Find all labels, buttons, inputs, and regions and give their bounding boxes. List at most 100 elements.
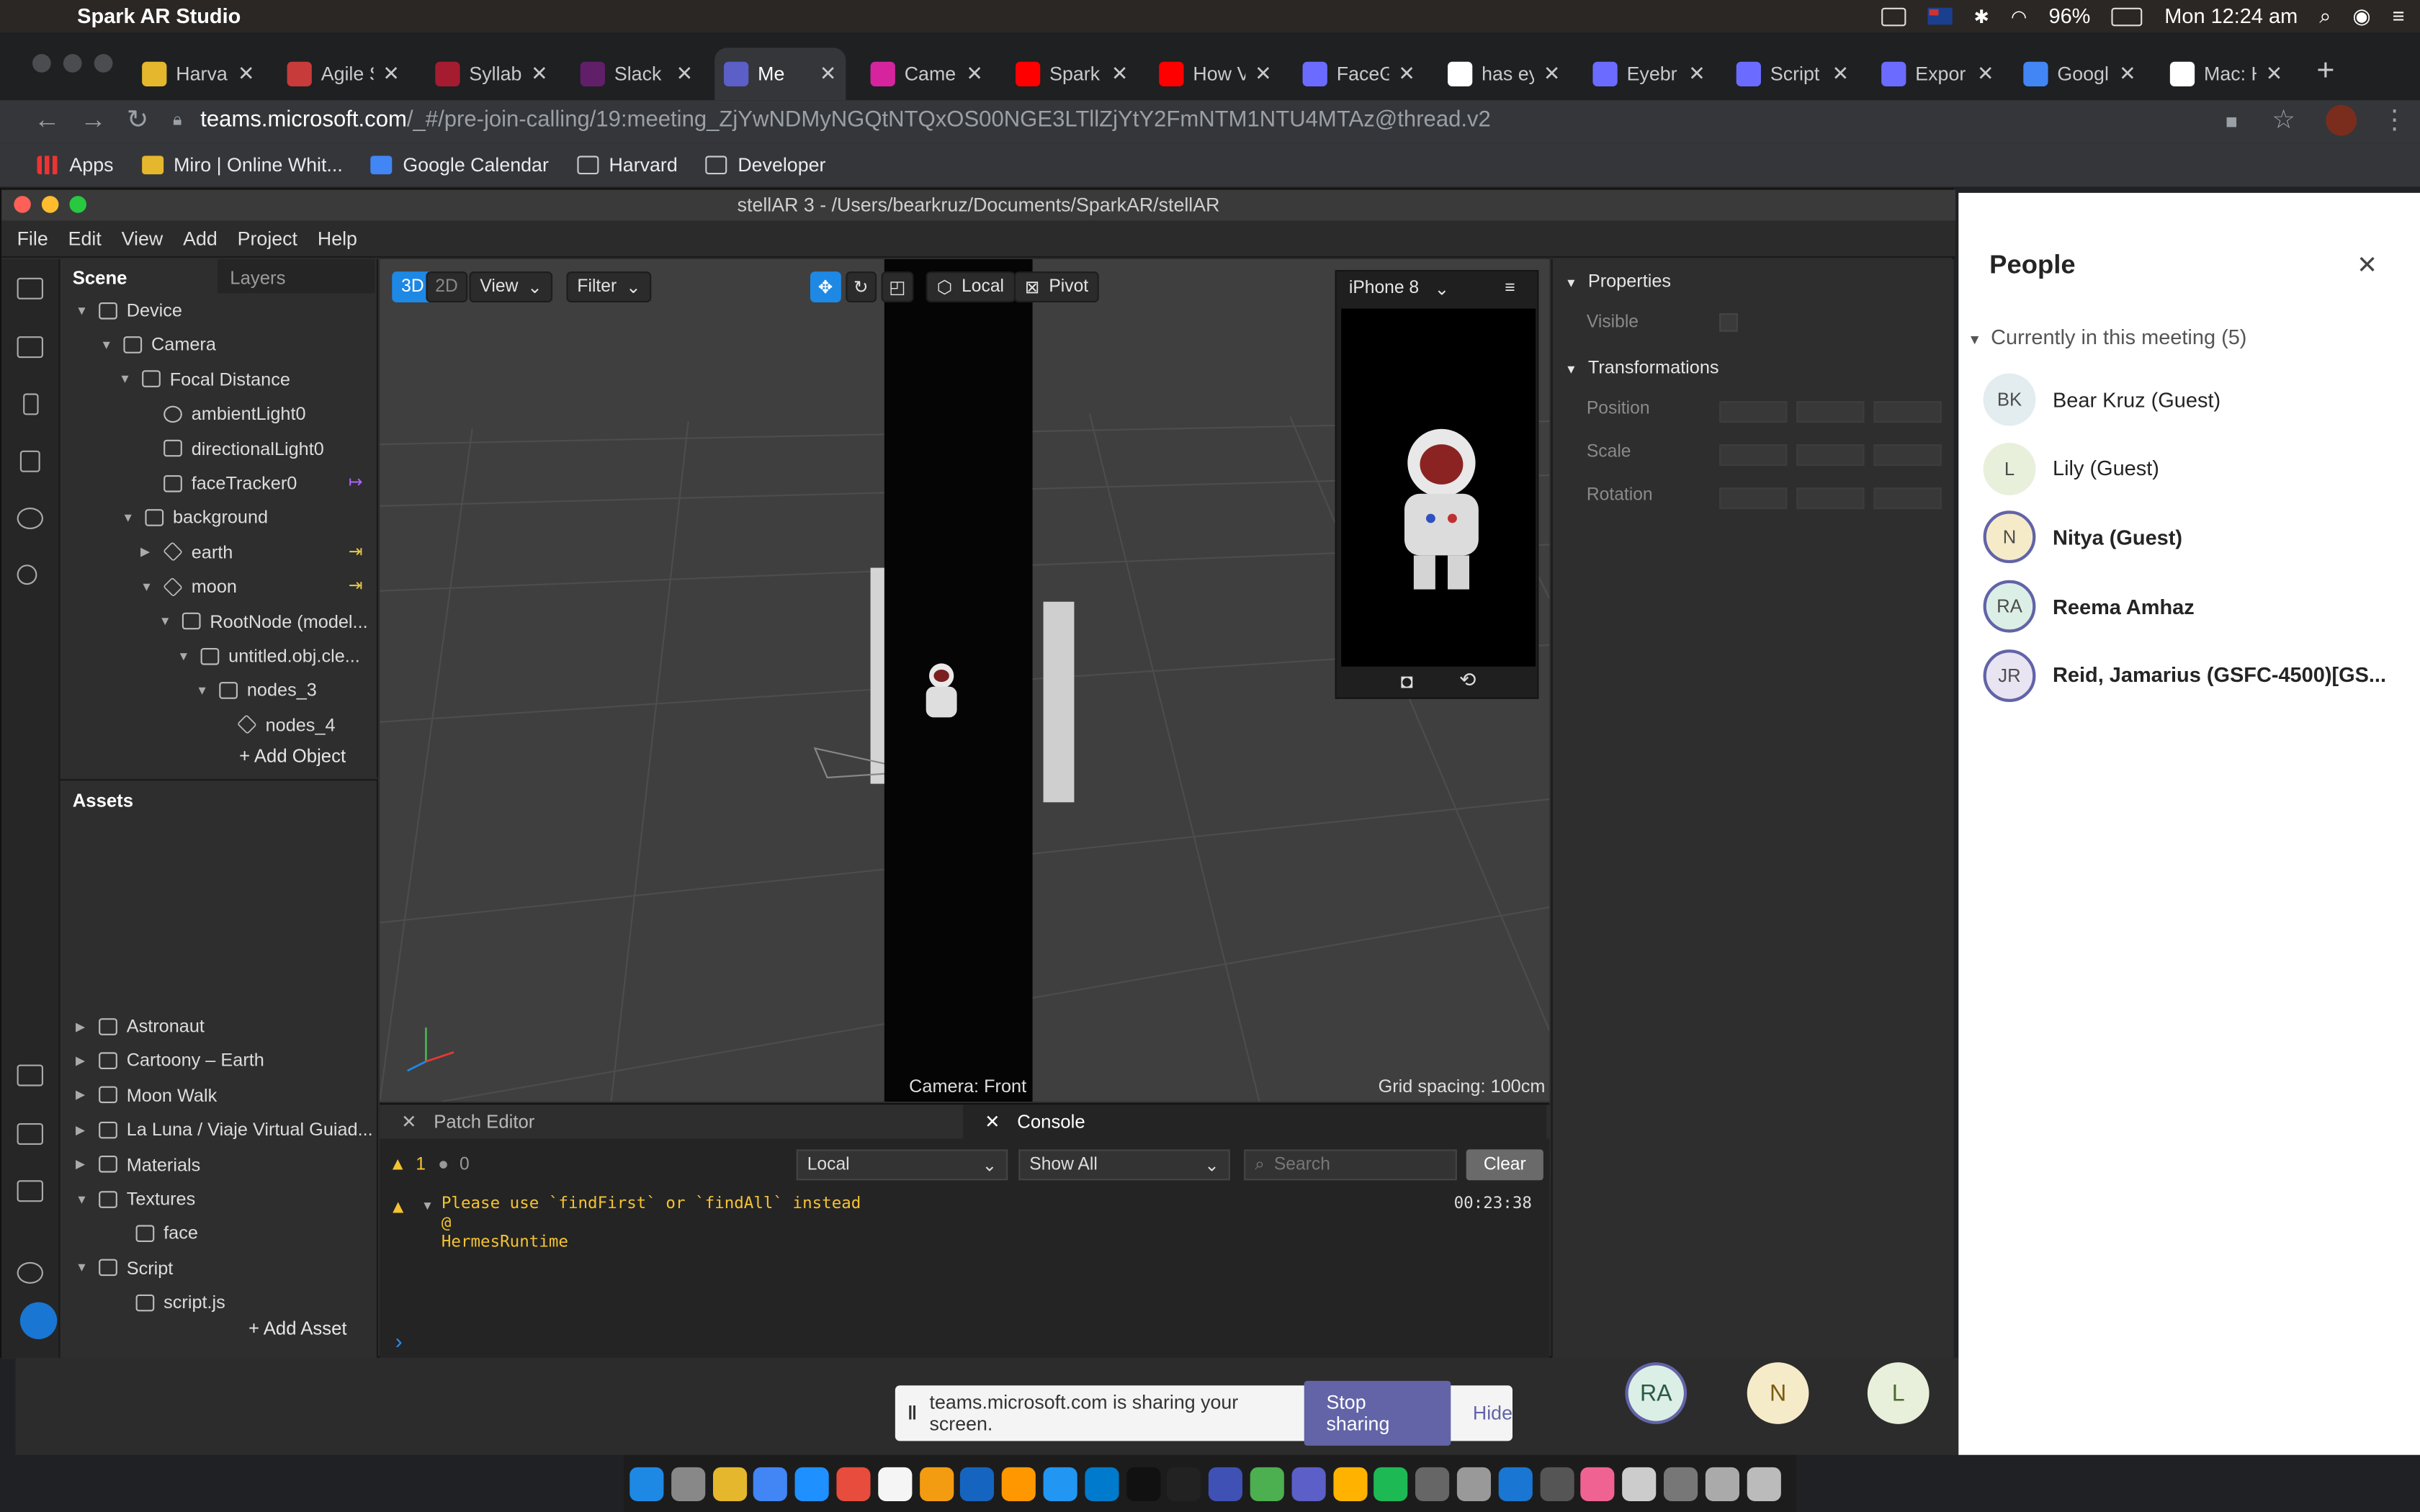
close-tab-icon[interactable]: ✕	[966, 62, 982, 86]
visible-checkbox[interactable]	[1719, 313, 1738, 332]
pause-icon[interactable]	[23, 393, 39, 415]
scene-tree-item[interactable]: ▼ untitled.obj.cle...	[177, 639, 359, 672]
send-to-device-icon[interactable]	[17, 1123, 44, 1145]
filter-dropdown[interactable]: Filter ⌄	[566, 271, 652, 302]
clear-console-button[interactable]: Clear	[1466, 1149, 1543, 1181]
mode-2d-button[interactable]: 2D	[426, 271, 467, 302]
profile-avatar[interactable]	[2326, 104, 2357, 136]
bookmark-developer[interactable]: Developer	[705, 154, 825, 176]
minimize-window-button[interactable]	[63, 54, 82, 73]
asset-item[interactable]: ▶ Cartoony – Earth	[76, 1043, 264, 1077]
expand-triangle-icon[interactable]: ▼	[159, 614, 176, 628]
bookmark-harvard[interactable]: Harvard	[576, 154, 678, 176]
flag-icon[interactable]	[1927, 7, 1953, 25]
forward-icon[interactable]: →	[80, 105, 106, 136]
scene-tree-item[interactable]: ▼ Camera	[100, 328, 216, 361]
close-tab-icon[interactable]: ✕	[676, 62, 693, 86]
dock-app-icon[interactable]	[1250, 1466, 1284, 1500]
participant-row[interactable]: L Lily (Guest)	[1983, 439, 2416, 498]
properties-header[interactable]: ▼ Properties	[1565, 270, 1671, 292]
maximize-window-button[interactable]	[69, 196, 86, 213]
new-tab-button[interactable]: +	[2316, 54, 2334, 89]
patch-link-icon[interactable]: ⇥	[349, 541, 363, 562]
back-icon[interactable]: ←	[34, 105, 60, 136]
astronaut-model[interactable]	[917, 663, 963, 731]
expand-triangle-icon[interactable]: ▶	[76, 1088, 93, 1102]
pivot-toggle[interactable]: ⊠ Pivot	[1013, 271, 1100, 302]
dock-app-icon[interactable]	[919, 1466, 954, 1500]
address-bar[interactable]: 🔒︎ teams.microsoft.com/_#/pre-join-calli…	[173, 100, 2262, 140]
scene-tree-item[interactable]: ▼ Device	[76, 293, 182, 327]
stop-sharing-button[interactable]: Stop sharing	[1304, 1380, 1451, 1446]
minimize-window-button[interactable]	[41, 196, 59, 213]
battery-percent[interactable]: 96%	[2048, 4, 2090, 27]
add-object-button[interactable]: + Add Object	[239, 745, 346, 767]
expand-triangle-icon[interactable]: ▶	[76, 1019, 93, 1032]
close-tab-icon[interactable]: ✕	[1543, 62, 1560, 86]
participant-avatar[interactable]: N	[1747, 1362, 1809, 1424]
close-icon[interactable]: ✕	[401, 1111, 417, 1133]
dock-app-icon[interactable]	[753, 1466, 788, 1500]
local-toggle[interactable]: ⬡ Local	[926, 271, 1016, 302]
expand-triangle-icon[interactable]: ▼	[122, 510, 139, 524]
scene-tree-item[interactable]: ▼ Focal Distance	[119, 362, 290, 396]
dock-app-icon[interactable]	[1291, 1466, 1326, 1500]
view-dropdown[interactable]: View ⌄	[469, 271, 553, 302]
close-tab-icon[interactable]: ✕	[2266, 62, 2282, 86]
patch-link-icon[interactable]: ↦	[349, 472, 363, 492]
expand-triangle-icon[interactable]: ▼	[76, 1261, 93, 1274]
patch-link-icon[interactable]: ⇥	[349, 576, 363, 596]
expand-triangle-icon[interactable]: ▼	[177, 649, 194, 662]
menu-edit[interactable]: Edit	[68, 228, 102, 249]
expand-triangle-icon[interactable]: ▼	[119, 372, 136, 386]
expand-triangle-icon[interactable]: ▼	[421, 1199, 434, 1212]
dock-app-icon[interactable]	[1456, 1466, 1491, 1500]
close-tab-icon[interactable]: ✕	[382, 62, 399, 86]
expand-triangle-icon[interactable]: ▼	[100, 338, 117, 351]
tab-layers[interactable]: Layers	[218, 259, 375, 294]
browser-tab[interactable]: Me ✕	[714, 48, 846, 101]
chevron-down-icon[interactable]: ⌄	[1435, 278, 1450, 300]
reload-icon[interactable]: ↻	[127, 105, 149, 136]
bookmark-google-calendar[interactable]: Google Calendar	[370, 154, 549, 176]
tab-console[interactable]: ✕ Console	[963, 1104, 1547, 1139]
control-center-icon[interactable]: ◉	[2352, 4, 2370, 28]
transform-value-field[interactable]	[1873, 487, 1942, 510]
dock-app-icon[interactable]	[794, 1466, 830, 1500]
browser-tab[interactable]: FaceG ✕	[1294, 48, 1425, 100]
search-icon[interactable]	[17, 564, 37, 585]
rotate-device-icon[interactable]: ⟲	[1459, 668, 1476, 693]
bookmark-apps[interactable]: Apps	[37, 154, 114, 176]
participant-row[interactable]: JR Reid, Jamarius (GSFC-4500)[GS...	[1983, 646, 2416, 704]
expand-triangle-icon[interactable]: ▼	[76, 303, 93, 317]
star-icon[interactable]: ☆	[2272, 105, 2295, 136]
dock-app-icon[interactable]	[712, 1466, 747, 1500]
browser-tab[interactable]: Syllabi ✕	[426, 48, 557, 100]
wifi-icon[interactable]: ◠	[2011, 6, 2027, 27]
dock-app-icon[interactable]	[960, 1466, 995, 1500]
dock-app-icon[interactable]	[1043, 1466, 1077, 1500]
scene-tree-item[interactable]: ▼ RootNode (model...	[159, 604, 368, 638]
menu-list-icon[interactable]: ≡	[2393, 4, 2405, 27]
asset-item[interactable]: script.js	[112, 1285, 225, 1319]
transform-value-field[interactable]	[1719, 444, 1788, 467]
asset-item[interactable]: ▶ Moon Walk	[76, 1078, 217, 1112]
asset-item[interactable]: ▼ Script	[76, 1251, 173, 1284]
browser-tab[interactable]: has ey ✕	[1438, 48, 1569, 100]
transform-value-field[interactable]	[1873, 401, 1942, 423]
close-tab-icon[interactable]: ✕	[238, 62, 254, 86]
video-icon[interactable]	[17, 336, 44, 359]
close-window-button[interactable]	[32, 54, 51, 73]
warning-icon[interactable]: ▲	[389, 1156, 406, 1174]
close-tab-icon[interactable]: ✕	[820, 62, 836, 86]
participant-row[interactable]: BK Bear Kruz (Guest)	[1983, 370, 2416, 428]
asset-item[interactable]: ▶ La Luna / Viaje Virtual Guiad...	[76, 1112, 373, 1146]
browser-tab[interactable]: Expor ✕	[1872, 48, 2003, 100]
dock-app-icon[interactable]	[1746, 1466, 1780, 1500]
error-icon[interactable]: ●	[438, 1156, 449, 1174]
scene-tree-item[interactable]: nodes_4	[215, 708, 336, 742]
browser-tab[interactable]: Mac: H ✕	[2161, 48, 2292, 100]
dock-app-icon[interactable]	[1663, 1466, 1698, 1500]
menu-add[interactable]: Add	[183, 228, 218, 249]
import-icon[interactable]	[17, 1064, 44, 1086]
